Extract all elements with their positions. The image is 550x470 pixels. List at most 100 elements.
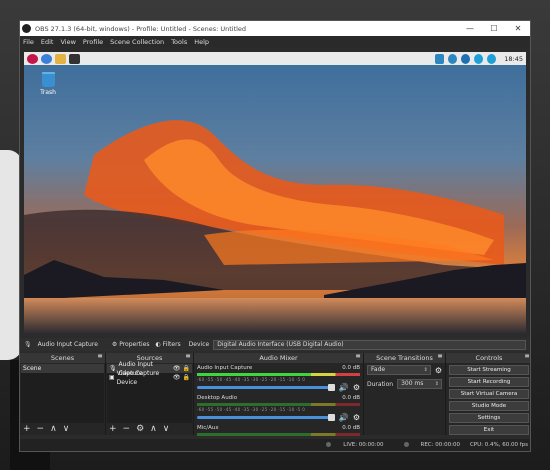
menu-help[interactable]: Help bbox=[194, 38, 209, 46]
microphone-icon: 🎙 bbox=[24, 341, 32, 348]
dock-float-icon[interactable]: ▀ bbox=[356, 353, 360, 363]
rec-indicator-icon bbox=[403, 442, 409, 447]
transition-select[interactable]: Fade ⇕ bbox=[367, 365, 431, 375]
title-bar[interactable]: OBS 27.1.3 (64-bit, windows) - Profile: … bbox=[20, 21, 530, 36]
scene-item[interactable]: Scene bbox=[21, 364, 104, 373]
trash-label: Trash bbox=[40, 89, 56, 96]
start-virtual-camera-button[interactable]: Start Virtual Camera bbox=[449, 389, 529, 399]
volume-slider[interactable] bbox=[197, 414, 335, 421]
device-select[interactable]: Digital Audio Interface (USB Digital Aud… bbox=[213, 339, 526, 350]
scene-transitions-dock: Scene Transitions ▀ Fade ⇕ ⚙ Duration 30… bbox=[364, 353, 446, 435]
visibility-eye-icon[interactable]: 👁 bbox=[173, 364, 181, 373]
properties-label: Properties bbox=[119, 341, 150, 348]
dock-float-icon[interactable]: ▀ bbox=[98, 353, 102, 363]
lock-icon[interactable]: 🔒 bbox=[183, 364, 190, 373]
obs-window: OBS 27.1.3 (64-bit, windows) - Profile: … bbox=[19, 20, 531, 452]
rec-time: REC: 00:00:00 bbox=[420, 442, 460, 448]
transition-type: Fade bbox=[371, 366, 386, 373]
remove-icon[interactable]: − bbox=[37, 424, 45, 434]
trash-desktop-icon[interactable]: Trash bbox=[37, 72, 59, 96]
maximize-button[interactable]: ☐ bbox=[482, 24, 506, 33]
speaker-icon[interactable]: 🔊 bbox=[339, 413, 349, 422]
dock-float-icon[interactable]: ▀ bbox=[438, 353, 442, 363]
gear-icon[interactable]: ⚙ bbox=[353, 383, 360, 392]
window-title: OBS 27.1.3 (64-bit, windows) - Profile: … bbox=[35, 24, 247, 33]
volume-icon[interactable] bbox=[487, 53, 497, 64]
menu-profile[interactable]: Profile bbox=[83, 38, 103, 46]
minimize-button[interactable]: — bbox=[458, 24, 482, 33]
sources-list: 🎙 Audio Input Capture 👁 🔒 ▣ Video Captur… bbox=[107, 361, 192, 423]
source-toolbar: 🎙 Audio Input Capture ⚙ Properties ◐ Fil… bbox=[20, 338, 530, 351]
up-icon[interactable]: ∧ bbox=[150, 424, 157, 434]
preview-canvas[interactable]: 18:45 Trash bbox=[24, 52, 526, 334]
dock-float-icon[interactable]: ▀ bbox=[525, 353, 529, 363]
volume-meter bbox=[197, 403, 360, 406]
menu-scene-collection[interactable]: Scene Collection bbox=[110, 38, 164, 46]
properties-button[interactable]: ⚙ Properties bbox=[112, 341, 150, 348]
scenes-header: Scenes ▀ bbox=[20, 353, 105, 363]
download-icon[interactable] bbox=[448, 53, 458, 64]
mixer-track: Desktop Audio 0.0 dB -60 -55 -50 -45 -40… bbox=[194, 393, 363, 423]
track-name: Desktop Audio bbox=[197, 395, 238, 401]
terminal-icon[interactable] bbox=[69, 53, 80, 64]
speaker-icon[interactable]: 🔊 bbox=[339, 383, 349, 392]
remove-icon[interactable]: − bbox=[123, 424, 131, 434]
source-item[interactable]: ▣ Video Capture Device 👁 🔒 bbox=[107, 370, 192, 386]
live-time: LIVE: 00:00:00 bbox=[343, 442, 384, 448]
audio-mixer-header: Audio Mixer ▀ bbox=[194, 353, 363, 363]
device-label: Device bbox=[188, 341, 210, 348]
add-icon[interactable]: + bbox=[23, 424, 31, 434]
obs-logo-icon bbox=[22, 24, 31, 33]
bluetooth-icon[interactable] bbox=[461, 53, 471, 64]
clock: 18:45 bbox=[504, 54, 523, 63]
dock-float-icon[interactable]: ▀ bbox=[186, 353, 190, 363]
studio-mode-button[interactable]: Studio Mode bbox=[449, 401, 529, 411]
close-button[interactable]: ✕ bbox=[506, 24, 530, 33]
menu-view[interactable]: View bbox=[60, 38, 75, 46]
menu-tools[interactable]: Tools bbox=[171, 38, 187, 46]
duration-spinbox[interactable]: 300 ms ⇕ bbox=[397, 379, 442, 389]
audio-mixer-dock: Audio Mixer ▀ Audio Input Capture 0.0 dB… bbox=[194, 353, 364, 436]
track-name: Audio Input Capture bbox=[197, 365, 253, 371]
menu-edit[interactable]: Edit bbox=[41, 38, 54, 46]
volume-meter bbox=[197, 433, 360, 436]
scene-transitions-title: Scene Transitions bbox=[376, 354, 433, 362]
raspberry-icon[interactable] bbox=[27, 53, 38, 64]
start-streaming-button[interactable]: Start Streaming bbox=[449, 365, 529, 375]
chevron-updown-icon: ⇕ bbox=[434, 381, 439, 387]
scenes-toolbar: + − ∧ ∨ bbox=[23, 423, 75, 435]
folder-icon[interactable] bbox=[55, 53, 66, 64]
mixer-track: Audio Input Capture 0.0 dB -60 -55 -50 -… bbox=[194, 363, 363, 393]
up-icon[interactable]: ∧ bbox=[50, 424, 57, 434]
volume-meter bbox=[197, 373, 360, 376]
menu-file[interactable]: File bbox=[23, 38, 34, 46]
start-recording-button[interactable]: Start Recording bbox=[449, 377, 529, 387]
gear-icon[interactable]: ⚙ bbox=[435, 366, 442, 375]
gear-icon[interactable]: ⚙ bbox=[136, 424, 144, 434]
gear-icon: ⚙ bbox=[111, 341, 120, 348]
sources-toolbar: + − ⚙ ∧ ∨ bbox=[109, 423, 175, 435]
globe-icon[interactable] bbox=[41, 53, 52, 64]
wifi-icon[interactable] bbox=[474, 53, 484, 64]
lock-icon[interactable]: 🔒 bbox=[183, 373, 190, 382]
selected-source-name: Audio Input Capture bbox=[37, 341, 98, 348]
sources-dock: Sources ▀ 🎙 Audio Input Capture 👁 🔒 ▣ Vi… bbox=[106, 353, 194, 435]
trash-icon bbox=[41, 72, 55, 87]
source-label: Video Capture Device bbox=[116, 369, 160, 386]
controls-dock: Controls ▀ Start Streaming Start Recordi… bbox=[446, 353, 530, 435]
down-icon[interactable]: ∨ bbox=[163, 424, 170, 434]
down-icon[interactable]: ∨ bbox=[63, 424, 70, 434]
vnc-icon[interactable] bbox=[435, 53, 445, 64]
filters-button[interactable]: ◐ Filters bbox=[156, 341, 181, 348]
track-db: 0.0 dB bbox=[342, 395, 360, 401]
controls-header: Controls ▀ bbox=[446, 353, 530, 363]
scene-transitions-header: Scene Transitions ▀ bbox=[364, 353, 445, 363]
settings-button[interactable]: Settings bbox=[449, 413, 529, 423]
track-name: Mic/Aux bbox=[197, 425, 219, 431]
gear-icon[interactable]: ⚙ bbox=[353, 413, 360, 422]
add-icon[interactable]: + bbox=[109, 424, 117, 434]
exit-button[interactable]: Exit bbox=[449, 425, 529, 435]
live-status: LIVE: 00:00:00 bbox=[316, 442, 384, 448]
visibility-eye-icon[interactable]: 👁 bbox=[173, 373, 181, 382]
volume-slider[interactable] bbox=[197, 384, 335, 391]
